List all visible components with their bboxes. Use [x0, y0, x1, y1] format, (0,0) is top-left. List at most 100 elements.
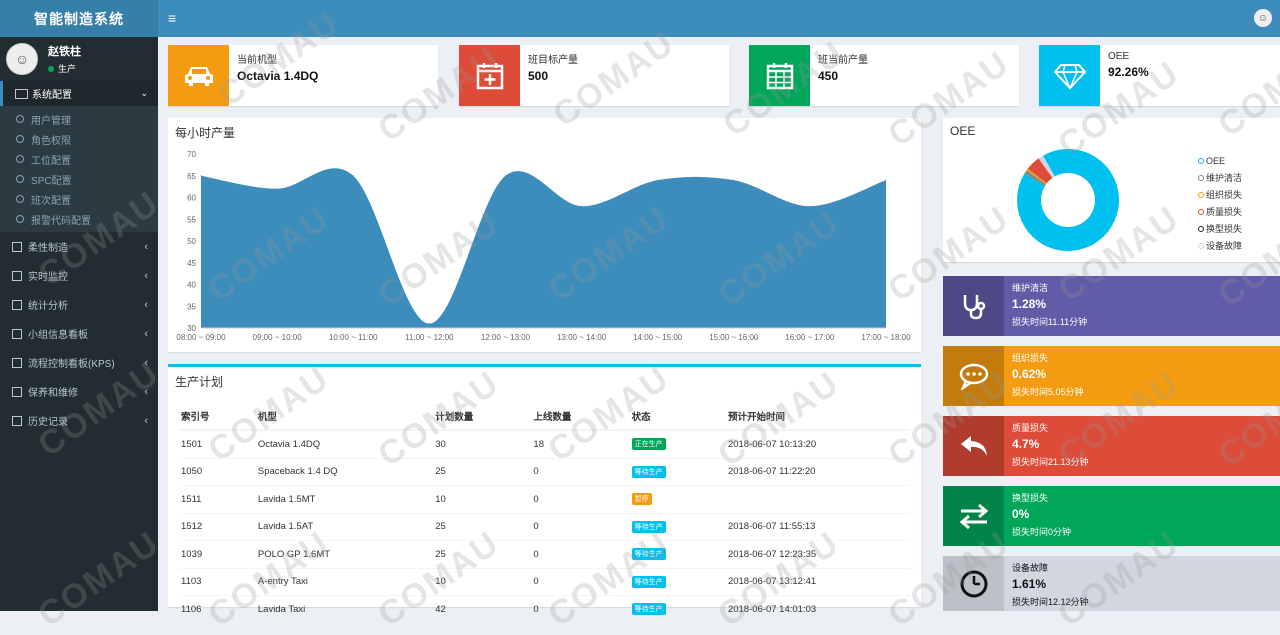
stat-quality-loss: 质量损失 4.7% 损失时间21.13分钟 [943, 416, 1280, 476]
sidebar-item-team-board[interactable]: 小组信息看板 ‹ [0, 319, 158, 348]
status-badge: 等待生产 [631, 548, 666, 561]
legend-marker-icon [1198, 225, 1204, 232]
table-header-cell[interactable]: 状态 [630, 403, 727, 431]
table-header-cell[interactable]: 索引号 [180, 403, 257, 431]
legend-label: 设备故障 [1206, 241, 1243, 251]
sidebar-item-history[interactable]: 历史记录 ‹ [0, 406, 158, 435]
data-point[interactable] [200, 175, 202, 177]
table-row[interactable]: 1501 Octavia 1.4DQ 30 18 正在生产 2018-06-07 10:1… [180, 429, 910, 458]
table-cell: Lavida 1.5AT [256, 512, 435, 541]
sidebar-subitem-user-management[interactable]: 用户管理 [0, 109, 158, 129]
menu-group-system-config: 系统配置 ⌄ 用户管理 角色权限 工位配置 SPC配置 班次配置 报警代码配置 [0, 81, 158, 232]
table-cell: 25 [434, 540, 533, 568]
table-row[interactable]: 1103 A-entry Taxi 10 0 等待生产 2018-06-07 13:12:… [180, 567, 910, 596]
user-avatar[interactable]: ☺ [6, 43, 38, 75]
sidebar-subitem-spc-config[interactable]: SPC配置 [0, 169, 158, 189]
legend-item[interactable]: 设备故障 [1198, 237, 1242, 254]
data-point[interactable] [657, 179, 659, 181]
chevron-left-icon: ‹ [144, 356, 148, 369]
table-header-cell[interactable]: 机型 [256, 403, 435, 431]
table-row[interactable]: 1511 Lavida 1.5MT 10 0 暂停 [180, 485, 910, 513]
x-tick-label: 09:00 ~ 10:00 [253, 333, 303, 342]
legend-item[interactable]: 质量损失 [1198, 203, 1242, 220]
data-point[interactable] [733, 179, 735, 181]
sidebar-item-statistics[interactable]: 统计分析 ‹ [0, 290, 158, 319]
infobox-label: 当前机型 [237, 55, 277, 66]
sidebar-subitem-alarm-config[interactable]: 报警代码配置 [0, 209, 158, 229]
data-point[interactable] [352, 175, 354, 177]
sidebar-subitem-station-config[interactable]: 工位配置 [0, 149, 158, 169]
infobox-value: 500 [528, 69, 549, 83]
infobox-value: 92.26% [1108, 65, 1149, 79]
table-header-cell[interactable]: 计划数量 [434, 403, 533, 431]
sidebar-subitem-role-permission[interactable]: 角色权限 [0, 129, 158, 149]
circle-icon [16, 215, 24, 223]
legend-item[interactable]: OEE [1198, 152, 1242, 169]
table-cell: 25 [434, 457, 533, 486]
sidebar-item-realtime-monitoring[interactable]: 实时监控 ‹ [0, 261, 158, 290]
sidebar-item-system-config[interactable]: 系统配置 ⌄ [0, 81, 158, 106]
legend-label: 组织损失 [1206, 190, 1243, 200]
status-cell: 等待生产 [630, 567, 727, 596]
legend-item[interactable]: 组织损失 [1198, 186, 1242, 203]
legend-marker-icon [1198, 208, 1204, 215]
y-tick-label: 30 [187, 324, 196, 333]
table-row[interactable]: 1039 POLO GP 1.6MT 25 0 等待生产 2018-06-07 12:23… [180, 540, 910, 568]
data-point[interactable] [581, 205, 583, 207]
stethoscope-icon [943, 276, 1004, 336]
data-point[interactable] [276, 188, 278, 190]
x-tick-label: 16:00 ~ 17:00 [785, 333, 835, 342]
table-cell: Octavia 1.4DQ [256, 429, 435, 458]
table-cell: 10 [434, 567, 533, 596]
table-cell: 1050 [180, 457, 257, 486]
oee-title: OEE [950, 124, 976, 138]
calendar-plus-icon [459, 45, 520, 106]
hamburger-icon[interactable]: ≡ [168, 10, 176, 26]
table-cell: 30 [434, 429, 533, 458]
table-cell: 18 [532, 429, 631, 458]
car-icon [168, 45, 229, 106]
table-header-cell[interactable]: 预计开始时间 [726, 403, 910, 431]
table-cell: 0 [532, 457, 631, 486]
file-icon [12, 328, 22, 339]
y-tick-label: 50 [187, 237, 196, 246]
table-row[interactable]: 1050 Spaceback 1.4 DQ 25 0 等待生产 2018-06-07 11… [180, 457, 910, 486]
infobox-label: OEE [1108, 51, 1130, 62]
table-cell: 1039 [180, 540, 257, 568]
data-point[interactable] [885, 179, 887, 181]
data-point[interactable] [504, 175, 506, 177]
donut-slice[interactable] [1027, 158, 1053, 184]
x-tick-label: 08:00 ~ 09:00 [176, 333, 226, 342]
legend-item[interactable]: 维护清洁 [1198, 169, 1242, 186]
sidebar-subitem-shift-config[interactable]: 班次配置 [0, 189, 158, 209]
table-header-cell[interactable]: 上线数量 [532, 403, 631, 431]
status-cell: 等待生产 [630, 512, 727, 541]
data-point[interactable] [809, 205, 811, 207]
stat-value: 4.7% [1012, 437, 1040, 451]
data-point[interactable] [428, 323, 430, 325]
file-icon [12, 299, 22, 310]
chevron-left-icon: ‹ [144, 327, 148, 340]
sidebar-item-flexible-manufacturing[interactable]: 柔性制造 ‹ [0, 232, 158, 261]
table-cell: 0 [532, 595, 631, 623]
table-cell: 0 [532, 540, 631, 568]
donut-slice[interactable] [1026, 168, 1047, 185]
file-icon [12, 270, 22, 281]
stat-equipment-failure: 设备故障 1.61% 损失时间12.12分钟 [943, 556, 1280, 611]
infobox-shift-target: 班目标产量 500 [459, 45, 729, 106]
table-row[interactable]: 1512 Lavida 1.5AT 25 0 等待生产 2018-06-07 11:55:… [180, 512, 910, 541]
app-logo[interactable]: 智能制造系统 [0, 0, 158, 37]
y-tick-label: 45 [187, 259, 196, 268]
table-row[interactable]: 1106 Lavida Taxi 42 0 等待生产 2018-06-07 14:01:0… [180, 595, 910, 623]
hourly-output-title: 每小时产量 [175, 126, 236, 140]
user-status: 生产 [48, 62, 81, 75]
donut-slice[interactable] [1038, 155, 1055, 179]
sidebar-item-maintenance[interactable]: 保养和维修 ‹ [0, 377, 158, 406]
table-cell: Lavida Taxi [256, 595, 435, 623]
sidebar-item-kps-board[interactable]: 流程控制看板(KPS) ‹ [0, 348, 158, 377]
legend-item[interactable]: 换型损失 [1198, 220, 1242, 237]
donut-slice[interactable] [1024, 170, 1047, 187]
stat-organization-loss: 组织损失 0.62% 损失时间5.05分钟 [943, 346, 1280, 406]
header-avatar[interactable]: ☺ [1254, 9, 1272, 27]
stat-subtext: 损失时间21.13分钟 [1012, 457, 1089, 467]
